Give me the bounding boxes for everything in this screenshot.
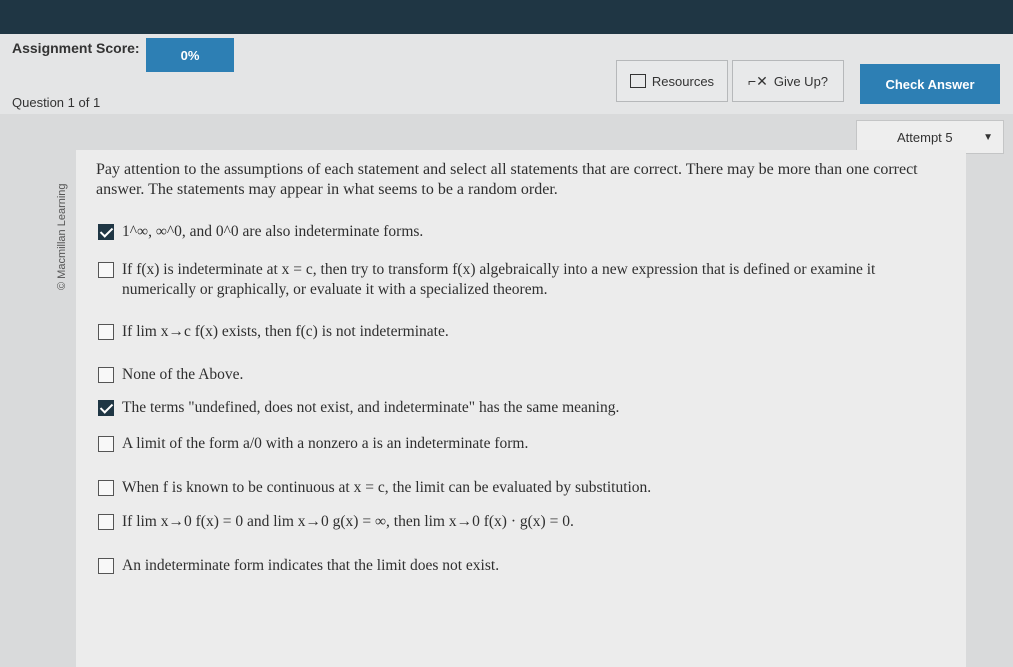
give-up-label: Give Up? xyxy=(773,73,829,89)
brand-label: © Macmillan Learning xyxy=(56,183,68,290)
option-3[interactable]: If lim x→c f(x) exists, then f(c) is not… xyxy=(98,322,922,342)
option-8[interactable]: If lim x→0 f(x) = 0 and lim x→0 g(x) = ∞… xyxy=(98,512,922,532)
chevron-down-icon: ▼ xyxy=(983,132,993,143)
option-7[interactable]: When f is known to be continuous at x = … xyxy=(98,478,922,498)
option-text: If lim x→0 f(x) = 0 and lim x→0 g(x) = ∞… xyxy=(122,513,574,530)
check-answer-button[interactable]: Check Answer xyxy=(860,64,1000,104)
checkbox[interactable] xyxy=(98,224,114,240)
checkbox[interactable] xyxy=(98,262,114,278)
question-instructions: Pay attention to the assumptions of each… xyxy=(96,161,918,198)
option-1[interactable]: 1^∞, ∞^0, and 0^0 are also indeterminate… xyxy=(98,222,922,242)
score-label: Assignment Score: xyxy=(12,40,140,56)
checkbox[interactable] xyxy=(98,324,114,340)
resources-button[interactable]: Resources xyxy=(616,60,728,102)
option-6[interactable]: A limit of the form a/0 with a nonzero a… xyxy=(98,434,922,454)
checkbox[interactable] xyxy=(98,400,114,416)
top-bar xyxy=(0,0,1013,34)
attempt-label: Attempt 5 xyxy=(897,129,953,145)
option-text: If lim x→c f(x) exists, then f(c) is not… xyxy=(122,323,449,340)
option-text: None of the Above. xyxy=(122,366,244,383)
attempt-dropdown[interactable]: Attempt 5 ▼ xyxy=(856,120,1004,154)
option-text: 1^∞, ∞^0, and 0^0 are also indeterminate… xyxy=(122,223,424,240)
option-text: The terms "undefined, does not exist, an… xyxy=(122,399,620,416)
checkbox[interactable] xyxy=(98,367,114,383)
resources-label: Resources xyxy=(651,73,715,89)
checkbox[interactable] xyxy=(98,480,114,496)
option-text: An indeterminate form indicates that the… xyxy=(122,557,500,574)
checkbox[interactable] xyxy=(98,514,114,530)
checkbox[interactable] xyxy=(98,558,114,574)
give-up-icon: ⌐✕ xyxy=(747,72,768,89)
checkbox[interactable] xyxy=(98,436,114,452)
option-5[interactable]: The terms "undefined, does not exist, an… xyxy=(98,398,922,418)
folder-icon xyxy=(629,74,646,88)
give-up-button[interactable]: ⌐✕ Give Up? xyxy=(732,60,844,102)
option-text: A limit of the form a/0 with a nonzero a… xyxy=(122,435,529,452)
option-2[interactable]: If f(x) is indeterminate at x = c, then … xyxy=(98,260,922,300)
option-4[interactable]: None of the Above. xyxy=(98,365,922,385)
option-9[interactable]: An indeterminate form indicates that the… xyxy=(98,556,922,576)
option-text: When f is known to be continuous at x = … xyxy=(122,479,652,496)
option-text: If f(x) is indeterminate at x = c, then … xyxy=(122,261,876,298)
question-number: Question 1 of 1 xyxy=(12,95,101,110)
score-value: 0% xyxy=(146,38,234,72)
